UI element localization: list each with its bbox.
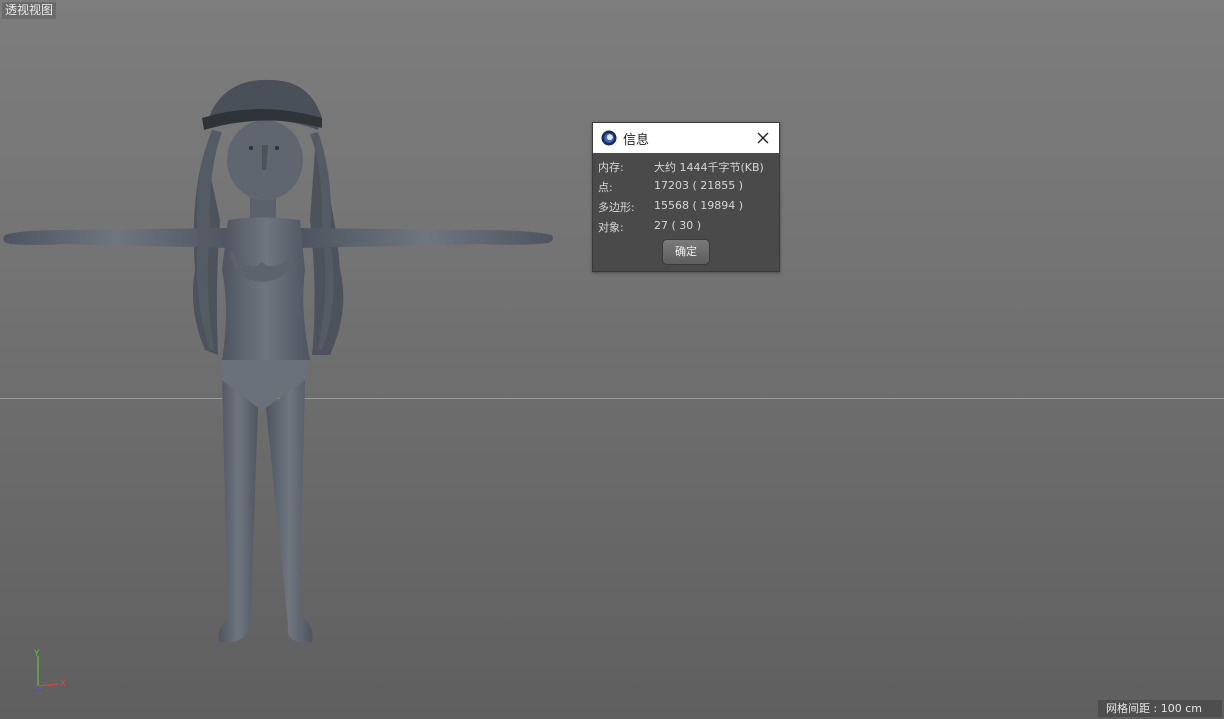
dialog-titlebar[interactable]: 信息 [593, 123, 779, 153]
info-row-objects: 对象: 27 ( 30 ) [593, 215, 779, 235]
character-model[interactable] [0, 70, 560, 660]
info-value: 27 ( 30 ) [654, 219, 702, 232]
info-rows: 内存: 大约 1444千字节(KB) 点: 17203 ( 21855 ) 多边… [593, 153, 779, 235]
cinema4d-logo-icon [601, 130, 617, 146]
y-axis-label: Y [33, 649, 40, 659]
info-row-points: 点: 17203 ( 21855 ) [593, 175, 779, 195]
info-key: 内存: [598, 161, 624, 174]
dialog-title: 信息 [623, 132, 650, 148]
info-value: 15568 ( 19894 ) [654, 199, 744, 212]
z-axis-label: Z [36, 687, 42, 697]
x-axis-label: X [60, 679, 66, 689]
axis-gizmo: Y X Z [33, 649, 66, 697]
info-row-polygons: 多边形: 15568 ( 19894 ) [593, 195, 779, 215]
info-key: 对象: [598, 221, 624, 234]
close-button[interactable] [753, 128, 773, 148]
info-value: 大约 1444千字节(KB) [654, 161, 764, 174]
grid-spacing-label: 网格间距 : 100 cm [1098, 700, 1222, 717]
close-icon [757, 132, 769, 144]
info-value: 17203 ( 21855 ) [654, 179, 744, 192]
info-dialog: 信息 内存: 大约 1444千字节(KB) 点: 17203 ( 21855 )… [592, 122, 780, 272]
info-key: 多边形: [598, 201, 635, 214]
info-row-memory: 内存: 大约 1444千字节(KB) [593, 155, 779, 175]
info-key: 点: [598, 181, 613, 194]
viewport-label[interactable]: 透视视图 [2, 2, 57, 19]
ok-button[interactable]: 确定 [662, 239, 710, 265]
